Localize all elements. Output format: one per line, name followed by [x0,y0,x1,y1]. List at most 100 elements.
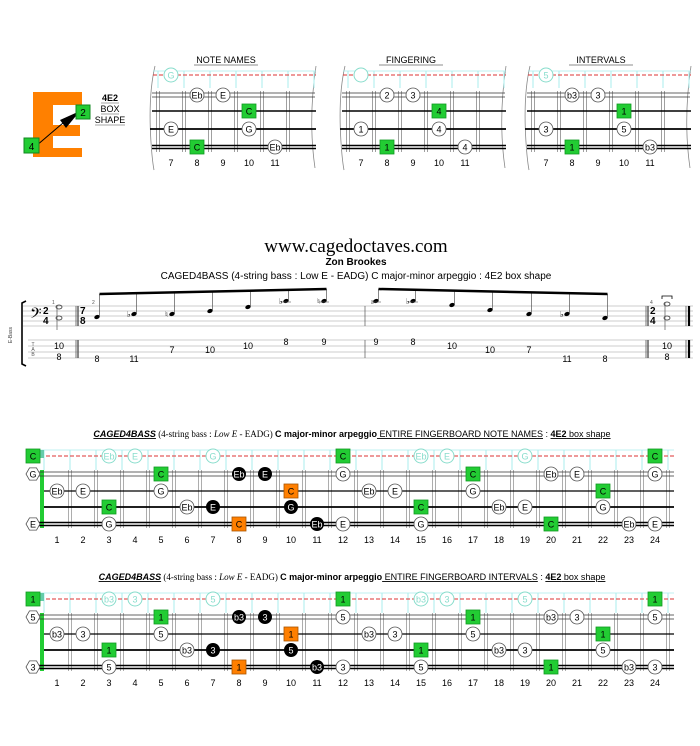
marker-label: 4 [436,125,441,135]
marker-label: C [194,143,201,153]
marker-label: 3 [210,646,215,656]
marker-label: E [652,520,658,530]
fingerboard-title: CAGED4BASS (4-string bass : Low E - EADG… [99,572,606,582]
marker-label: b3 [567,91,577,101]
tab-fret: 10 [662,341,672,351]
tab-fret: 10 [485,345,495,355]
marker-label: 1 [418,646,423,656]
fret-number: 7 [358,158,363,168]
shape-badge: 4 2 4E2 BOX SHAPE [23,92,125,157]
fret-number: 10 [434,158,444,168]
marker-label: 3 [340,663,345,673]
marker-label: G [417,520,424,530]
neck-edge-left [524,65,531,171]
marker-label: 5 [210,595,215,605]
marker-label: E [168,125,174,135]
fret-number: 16 [442,535,452,545]
fret-number: 9 [262,535,267,545]
flat-icon: ♭ [560,310,564,319]
marker-label: 1 [652,595,657,605]
marker-label: Eb [623,520,634,530]
fret-number: 8 [236,535,241,545]
fingerboard-note-names: CAGED4BASS (4-string bass : Low E - EADG… [25,429,674,545]
tab-fret: 8 [94,354,99,364]
marker-label: 5 [652,613,657,623]
marker-label: Eb [233,470,244,480]
fret-number: 24 [650,535,660,545]
fret-number: 19 [520,535,530,545]
marker-label: Eb [269,143,280,153]
fret-number: 10 [286,535,296,545]
title-sep: : [538,572,546,582]
tab-fret: 9 [373,337,378,347]
marker-label: 3 [30,663,35,673]
ghost-note-marker [353,67,369,83]
marker-label: b3 [364,630,374,640]
marker-label: G [245,125,252,135]
box-diagram-note-names: NOTE NAMES7 8 9 10 11GEb ECE GC Eb [149,55,317,171]
fingerboard-intervals: CAGED4BASS (4-string bass : Low E - EADG… [25,572,674,688]
box-title: INTERVALS [576,55,625,65]
marker-label: Eb [51,487,62,497]
measure-number: 2 [92,300,95,306]
fret-number: 8 [384,158,389,168]
marker-label: Eb [415,452,426,462]
fret-number: 6 [184,678,189,688]
fret-number: 9 [262,678,267,688]
title-low: Low E [213,429,238,439]
fret-number: 10 [286,678,296,688]
marker-label: Eb [311,520,322,530]
fret-number: 7 [168,158,173,168]
natural-icon: ♮ [317,297,320,306]
marker-label: G [157,487,164,497]
nut [40,613,44,671]
marker-label: E [392,487,398,497]
measure-number: 1 [52,300,55,306]
marker-label: 5 [600,646,605,656]
marker-label: 5 [106,663,111,673]
fret-number: 10 [619,158,629,168]
marker-label: 1 [358,125,363,135]
marker-label: b3 [312,663,322,673]
flat-icon: ♭ [279,297,283,306]
fret-number: 1 [54,535,59,545]
marker-label: 3 [522,646,527,656]
marker-label: C [418,503,425,513]
marker-label: 1 [106,646,111,656]
fret-number: 18 [494,535,504,545]
marker-label: 2 [384,91,389,101]
tab-fret: 10 [447,341,457,351]
fret-number: 8 [569,158,574,168]
marker-label: G [521,452,528,462]
tab-fret: 11 [562,354,571,364]
fret-number: 3 [106,678,111,688]
tab-label: B [31,352,35,358]
marker-label: 1 [158,613,163,623]
marker-label: E [30,520,36,530]
marker-label: 3 [543,125,548,135]
marker-label: 3 [410,91,415,101]
marker-label: G [599,503,606,513]
title-tail: box shape [561,572,605,582]
fret-number: 12 [338,535,348,545]
marker-label: Eb [181,503,192,513]
time-sig-bottom: 4 [43,316,49,327]
marker-label: 4 [436,107,441,117]
fret-number: 20 [546,678,556,688]
fret-number: 14 [390,678,400,688]
marker-label: E [220,91,226,101]
site-title: www.cagedoctaves.com [264,236,448,257]
fret-number: 5 [158,535,163,545]
marker-label: 5 [288,646,293,656]
fret-number: 22 [598,535,608,545]
shape-line2: BOX [100,104,119,114]
marker-label: C [340,452,347,462]
marker-label: G [339,470,346,480]
tab-fret: 8 [410,337,415,347]
fret-number: 2 [80,678,85,688]
marker-label: G [287,503,294,513]
tab-fret: 8 [56,352,61,362]
marker-label: 5 [522,595,527,605]
shape-title: 4E2 [102,93,118,103]
author: Zon Brookes [325,257,387,268]
